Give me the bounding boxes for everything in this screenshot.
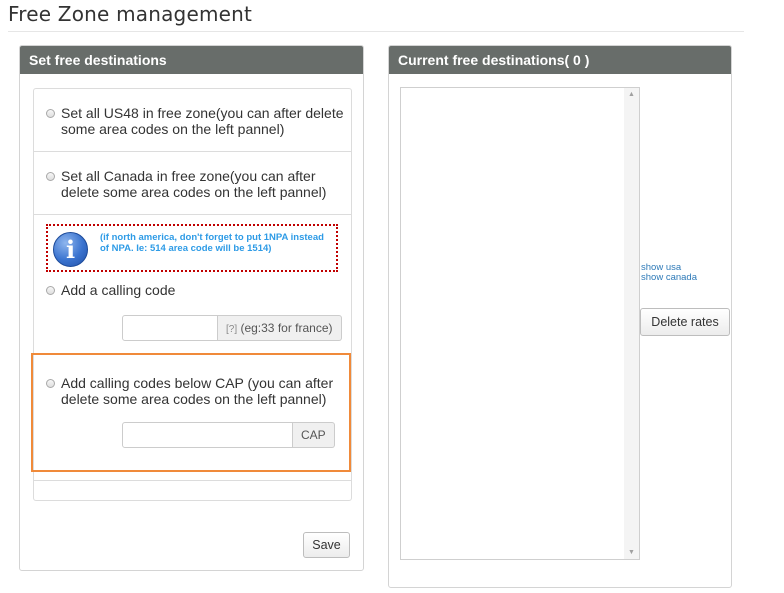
divider bbox=[34, 151, 351, 152]
panel-title-current-free-destinations: Current free destinations( 0 ) bbox=[389, 46, 731, 74]
calling-code-group: [?] (eg:33 for france) bbox=[122, 315, 342, 341]
canada-radio[interactable] bbox=[46, 172, 55, 181]
show-canada-link[interactable]: show canada bbox=[641, 273, 697, 283]
calling-code-input[interactable] bbox=[122, 315, 218, 341]
calling-code-label: Add a calling code bbox=[61, 282, 176, 298]
us48-radio[interactable] bbox=[46, 109, 55, 118]
divider bbox=[34, 214, 351, 215]
save-button[interactable]: Save bbox=[303, 532, 350, 558]
divider bbox=[34, 480, 351, 481]
info-text: (if north america, don't forget to put 1… bbox=[100, 232, 324, 254]
panel-title-set-free-destinations: Set free destinations bbox=[20, 46, 363, 74]
info-icon: i bbox=[53, 232, 88, 267]
title-divider bbox=[8, 31, 744, 32]
us48-label: Set all US48 in free zone(you can after … bbox=[61, 105, 344, 137]
calling-code-radio[interactable] bbox=[46, 286, 55, 295]
scroll-up-icon[interactable]: ▲ bbox=[628, 91, 635, 98]
current-free-destinations-panel: Current free destinations( 0 ) ▲ ▼ show … bbox=[388, 45, 732, 588]
delete-rates-button[interactable]: Delete rates bbox=[640, 308, 730, 336]
list-scrollbar[interactable]: ▲ ▼ bbox=[624, 88, 639, 559]
canada-label: Set all Canada in free zone(you can afte… bbox=[61, 168, 327, 200]
calling-code-hint: [?] (eg:33 for france) bbox=[218, 315, 342, 341]
cap-option-highlight bbox=[31, 353, 351, 472]
calling-code-example: (eg:33 for france) bbox=[237, 321, 333, 335]
page-title: Free Zone management bbox=[8, 2, 253, 26]
destinations-list[interactable]: ▲ ▼ bbox=[400, 87, 640, 560]
help-link[interactable]: [?] bbox=[226, 324, 237, 335]
set-free-destinations-panel: Set free destinations Set all US48 in fr… bbox=[19, 45, 364, 571]
info-note: i (if north america, don't forget to put… bbox=[46, 224, 338, 272]
scroll-down-icon[interactable]: ▼ bbox=[628, 549, 635, 556]
show-links: show usa show canada bbox=[641, 263, 697, 283]
